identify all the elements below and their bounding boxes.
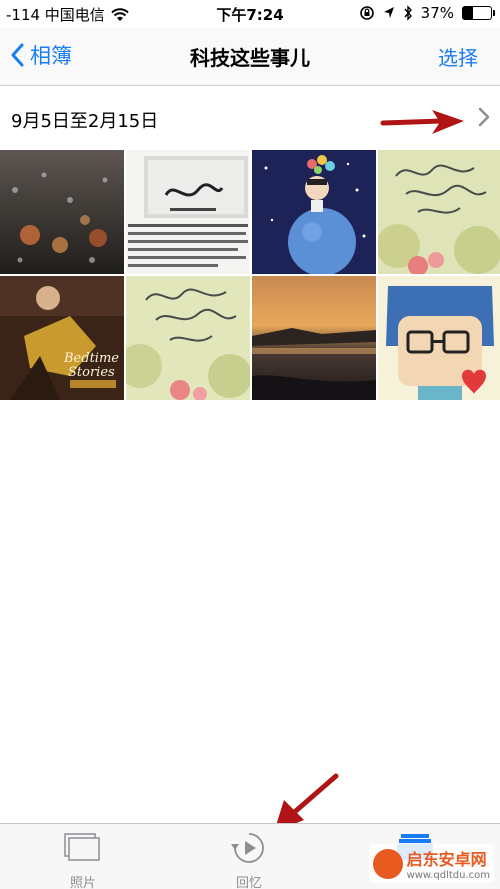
status-right: 37% [359, 4, 495, 22]
tab-photos[interactable]: 照片 [58, 832, 108, 889]
book-cover-photo[interactable] [126, 150, 250, 274]
page-title: 科技这些事儿 [190, 46, 310, 70]
floral-artwork-photo-2[interactable] [126, 276, 250, 400]
battery-percent: 37% [420, 4, 454, 22]
cartoon-planet-photo[interactable] [252, 150, 376, 274]
watermark-text: 启东安卓网 [406, 850, 487, 869]
svg-text:Stories: Stories [68, 365, 115, 380]
photo-grid: Bedtime Stories [0, 150, 500, 400]
svg-text:Bedtime: Bedtime [63, 351, 119, 366]
photos-stack-icon [64, 833, 100, 861]
chevron-right-icon [478, 107, 490, 127]
rotation-lock-icon [359, 6, 374, 20]
status-bar: -114 中国电信 下午7:24 37% [0, 0, 500, 28]
date-range-label: 9月5日至2月15日 [11, 111, 159, 132]
album-cover-photo[interactable]: Bedtime Stories [0, 276, 124, 400]
tab-memories[interactable]: 回忆 [224, 832, 274, 889]
watermark-logo-icon [372, 848, 403, 879]
battery-level [463, 7, 474, 19]
select-button[interactable]: 选择 [438, 42, 478, 71]
rainy-street-photo[interactable] [0, 150, 124, 274]
tab-photos-label: 照片 [69, 876, 96, 889]
nav-bar: 相簿 科技这些事儿 选择 [0, 28, 500, 86]
watermark-url: www.qdltdu.com [406, 870, 490, 881]
tab-memories-label: 回忆 [235, 876, 262, 889]
battery-icon [462, 6, 495, 20]
memories-play-icon [231, 833, 264, 863]
cartoon-face-photo[interactable] [378, 276, 500, 400]
floral-artwork-photo[interactable] [378, 150, 500, 274]
sunset-coast-photo[interactable] [252, 276, 376, 400]
location-icon [383, 7, 394, 18]
annotation-arrow-right [380, 110, 464, 134]
bluetooth-icon [404, 5, 412, 21]
watermark: 启东安卓网 www.qdltdu.com [368, 844, 494, 883]
